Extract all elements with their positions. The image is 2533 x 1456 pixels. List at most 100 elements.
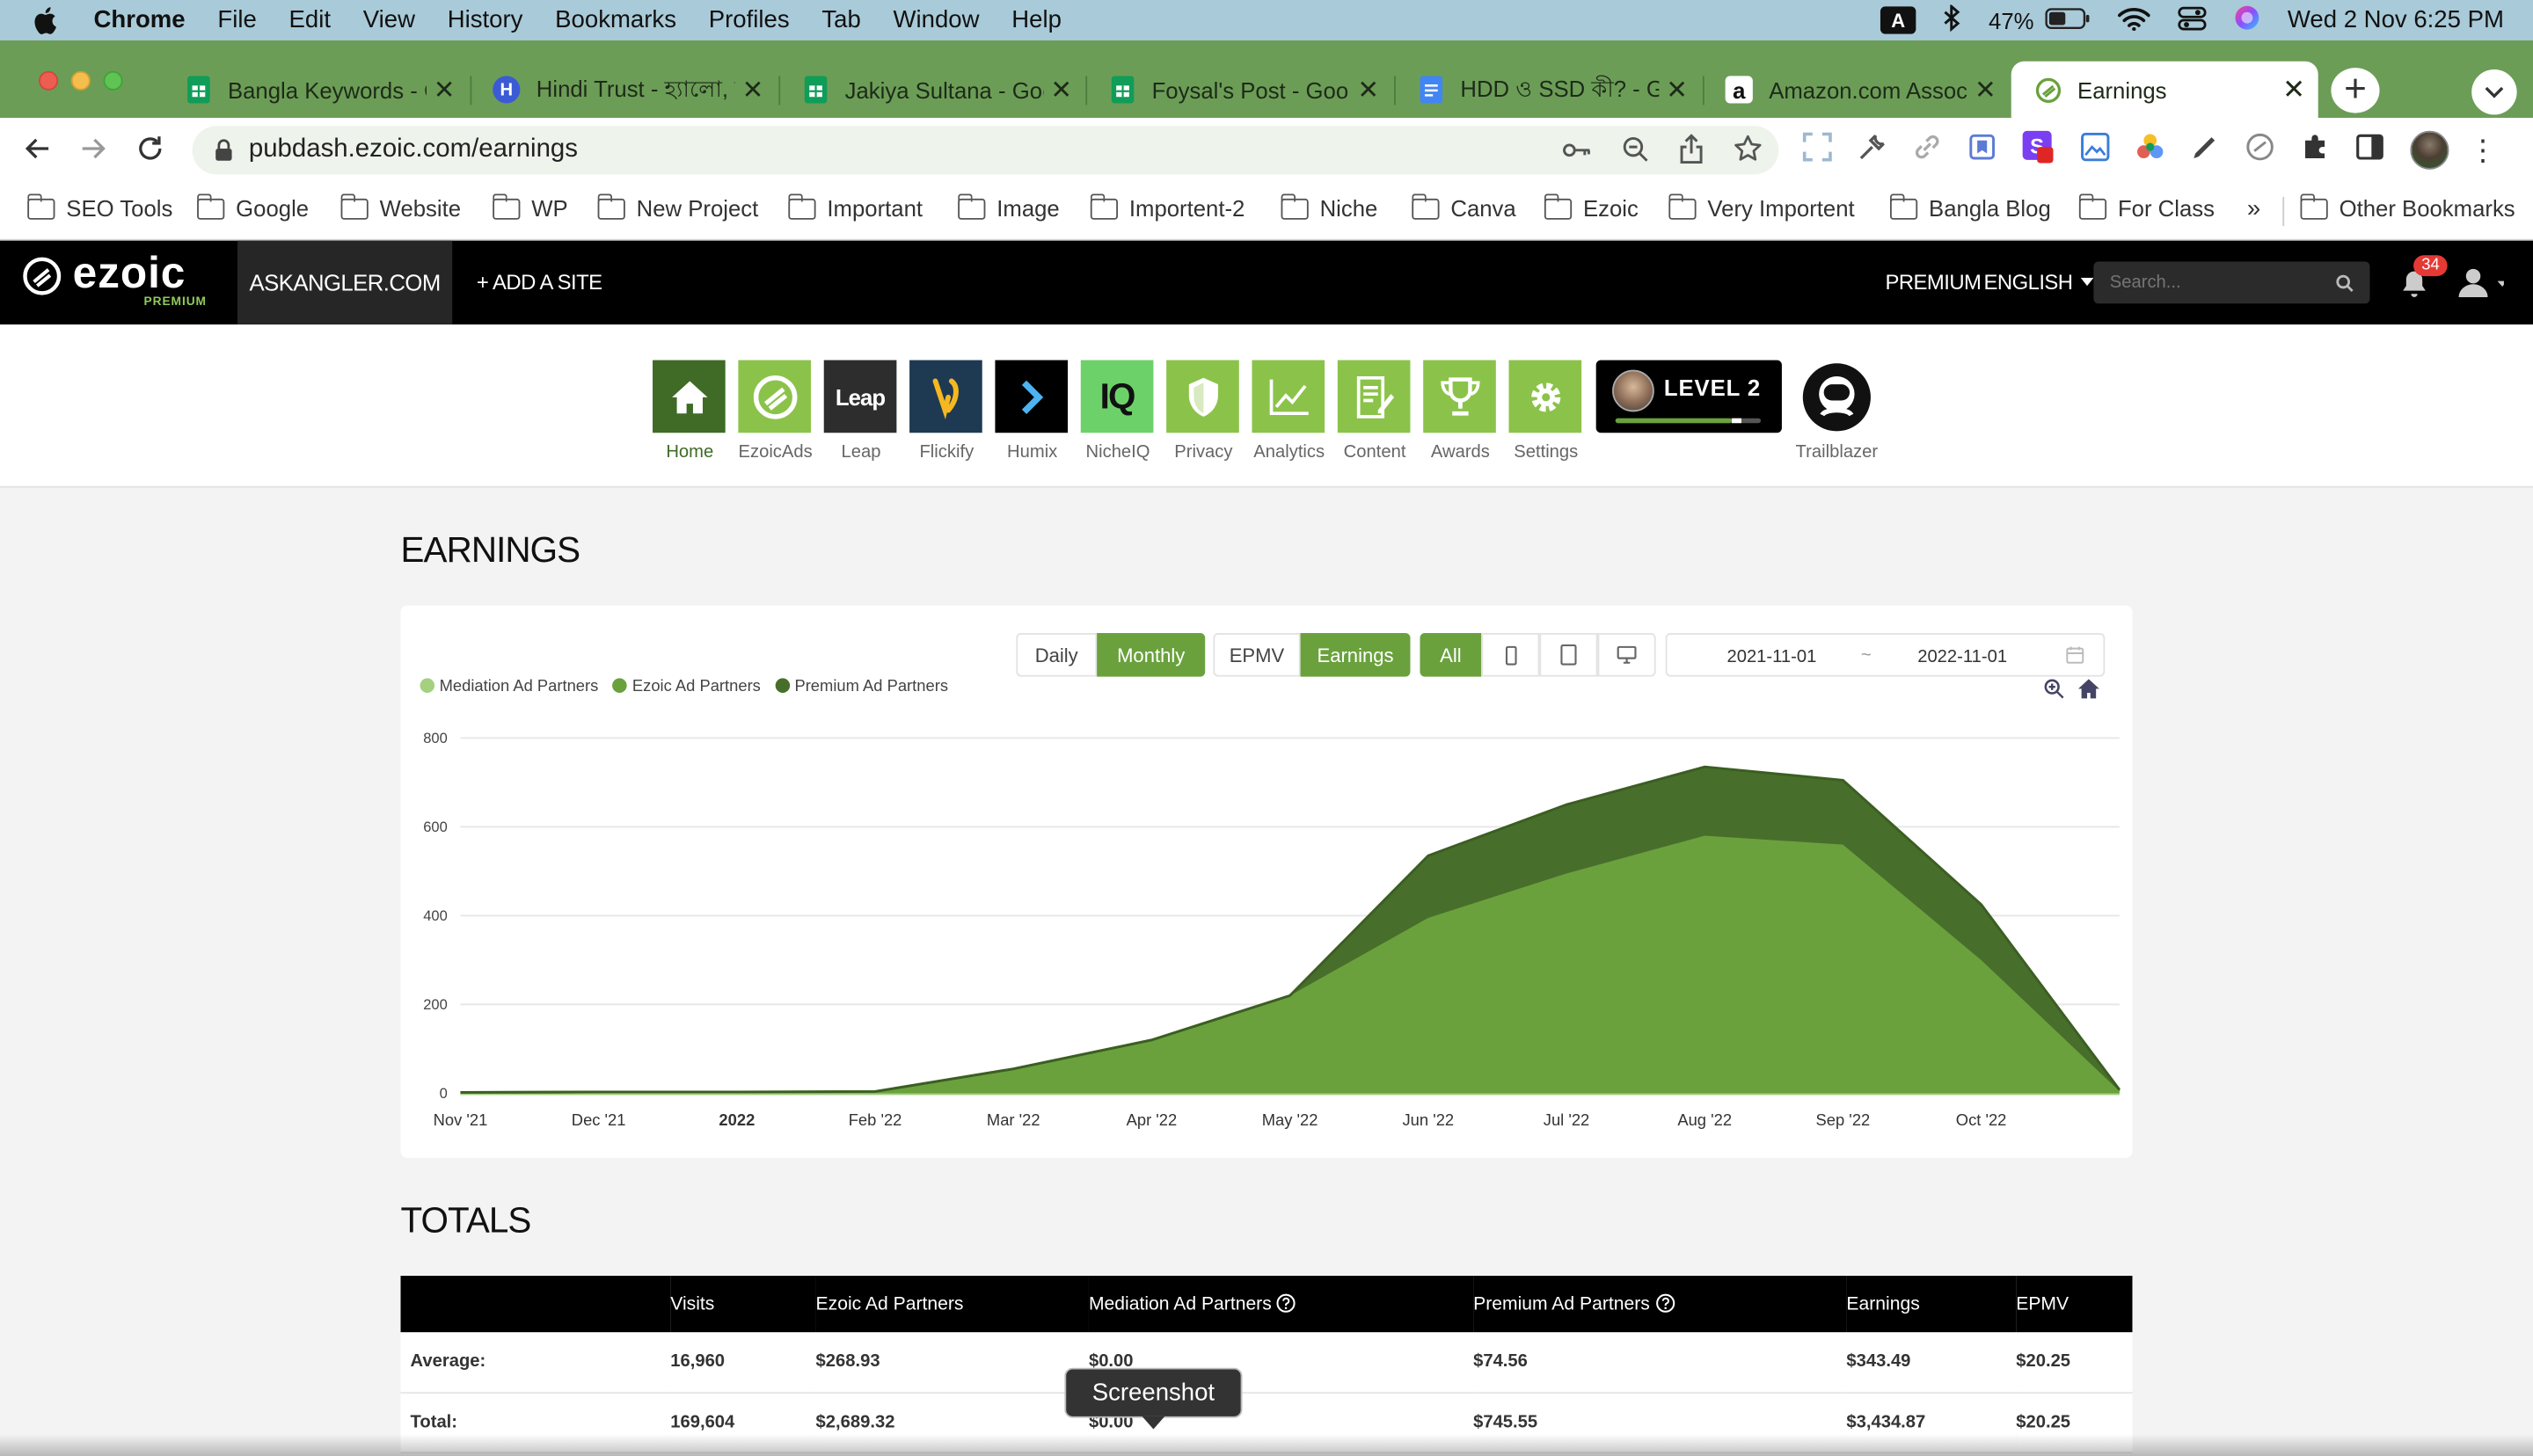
pen-extension-icon[interactable] [2191,132,2220,169]
user-avatar-icon[interactable] [2458,268,2507,305]
fullscreen-extension-icon[interactable] [1802,131,1832,169]
close-tab-icon[interactable]: ✕ [1044,74,1079,106]
menu-history[interactable]: History [448,6,523,33]
nav-home[interactable]: Home [653,360,726,462]
nav-ezoicads[interactable]: EzoicAds [738,360,813,462]
bluetooth-icon[interactable] [1944,3,1961,37]
menu-edit[interactable]: Edit [289,6,331,33]
close-tab-icon[interactable]: ✕ [427,74,462,106]
menu-tab[interactable]: Tab [821,6,860,33]
bookmark-folder[interactable]: Bangla Blog [1889,193,2051,222]
s-extension-icon[interactable]: S [2022,129,2055,171]
share-icon[interactable] [1678,134,1704,172]
menu-file[interactable]: File [217,6,256,33]
menu-chrome[interactable]: Chrome [94,6,186,33]
bookmark-folder[interactable]: Niche [1281,193,1377,222]
reload-icon[interactable] [135,134,164,171]
input-source-icon[interactable]: A [1880,6,1916,34]
browser-tab[interactable]: Bangla Keywords - Goo ✕ [162,62,469,118]
tab-search-button[interactable] [2471,69,2517,115]
nav-content[interactable]: Content [1337,360,1411,462]
side-panel-icon[interactable] [2355,132,2384,169]
browser-tab[interactable]: HDD ও SSD কী? - Go ✕ [1394,62,1701,118]
premium-link[interactable]: PREMIUM [1885,270,1981,295]
search-box[interactable] [2093,261,2370,304]
menu-view[interactable]: View [363,6,415,33]
column-header[interactable]: Visits [670,1276,816,1333]
nav-leap[interactable]: Leap Leap [823,360,897,462]
menu-help[interactable]: Help [1011,6,1062,33]
ezoic-extension-icon[interactable] [2245,132,2274,169]
help-circle-icon[interactable] [1655,1293,1675,1313]
bookmark-folder[interactable]: SEO Tools [27,193,172,222]
bookmark-folder[interactable]: Image [958,193,1060,222]
language-dropdown[interactable]: ENGLISH [1984,270,2094,294]
menubar-datetime[interactable]: Wed 2 Nov 6:25 PM [2288,6,2504,33]
bookmark-folder[interactable]: WP [493,193,568,222]
close-tab-icon[interactable]: ✕ [735,74,770,106]
browser-tab-active[interactable]: Earnings ✕ [2011,61,2318,119]
search-input[interactable] [2093,261,2320,304]
omnibox[interactable]: pubdash.ezoic.com/earnings [192,126,1779,175]
search-icon[interactable] [2336,272,2354,301]
close-tab-icon[interactable]: ✕ [1967,74,2003,106]
tools-extension-icon[interactable] [1858,132,1887,169]
nav-settings[interactable]: Settings [1508,360,1582,462]
bookmark-folder[interactable]: Very Importent [1668,193,1855,222]
bookmark-folder[interactable]: Ezoic [1544,193,1639,222]
browser-tab[interactable]: Jakiya Sultana - Goo ✕ [778,62,1085,118]
lock-icon[interactable] [215,139,232,162]
nav-awards[interactable]: Awards [1423,360,1496,462]
color-extension-icon[interactable] [2135,132,2164,169]
add-site-button[interactable]: + ADD A SITE [477,270,602,295]
bookmark-folder[interactable]: For Class [2078,193,2215,222]
profile-avatar[interactable] [2410,130,2449,170]
column-header[interactable]: Earnings [1846,1276,2017,1333]
puzzle-extensions-icon[interactable] [2301,132,2330,169]
nav-analytics[interactable]: Analytics [1252,360,1325,462]
bookmark-folder[interactable]: Google [197,193,309,222]
siri-icon[interactable] [2234,5,2259,36]
menu-window[interactable]: Window [894,6,980,33]
browser-tab[interactable]: H Hindi Trust - হ্যালো, স ✕ [470,62,777,118]
apple-icon[interactable] [33,5,62,34]
close-tab-icon[interactable]: ✕ [1659,74,1694,106]
nav-flickify[interactable]: Flickify [909,360,982,462]
link-extension-icon[interactable] [1913,132,1942,169]
column-header-with-help[interactable]: Premium Ad Partners [1473,1276,1847,1333]
other-bookmarks-folder[interactable]: Other Bookmarks [2300,193,2515,222]
url-text[interactable]: pubdash.ezoic.com/earnings [249,135,578,164]
bookmark-extension-icon[interactable] [1967,132,1996,169]
minimize-window-button[interactable] [70,70,91,91]
control-center-icon[interactable] [2178,5,2207,34]
password-key-icon[interactable] [1562,137,1591,171]
column-header-with-help[interactable]: Mediation Ad Partners [1088,1276,1474,1333]
bookmark-folder[interactable]: Canva [1412,193,1516,222]
ezoic-logo[interactable]: ezoic PREMIUM [23,249,216,315]
zoom-window-button[interactable] [103,70,123,91]
nav-privacy[interactable]: Privacy [1166,360,1239,462]
bookmark-star-icon[interactable] [1734,134,1763,171]
back-icon[interactable] [23,134,52,171]
new-tab-button[interactable]: + [2331,68,2380,113]
nav-nicheiq[interactable]: IQ NicheIQ [1080,360,1154,462]
close-tab-icon[interactable]: ✕ [2276,74,2311,106]
column-header[interactable]: Ezoic Ad Partners [815,1276,1089,1333]
nav-trailblazer[interactable]: Trailblazer [1796,360,1878,462]
site-selector[interactable]: ASKANGLER.COM [237,240,453,325]
bookmarks-overflow-button[interactable]: » [2247,195,2260,222]
browser-tab[interactable]: a Amazon.com Associ ✕ [1703,62,2010,118]
browser-tab[interactable]: Foysal's Post - Goo ✕ [1085,62,1392,118]
close-window-button[interactable] [39,70,59,91]
bookmark-folder[interactable]: Website [340,193,461,222]
bookmark-folder[interactable]: Important [788,193,923,222]
level-badge[interactable]: LEVEL 2 [1595,360,1782,433]
image-extension-icon[interactable] [2081,132,2110,169]
help-circle-icon[interactable] [1277,1293,1296,1313]
menu-bookmarks[interactable]: Bookmarks [555,6,676,33]
forward-icon[interactable] [79,134,108,171]
earnings-area-chart[interactable]: 0 200 400 600 800 Nov '21 Dec '21 2022 Feb '22 Ma… [401,606,2133,1158]
wifi-icon[interactable] [2118,5,2150,34]
bookmark-folder[interactable]: Importent-2 [1090,193,1245,222]
zoom-icon[interactable] [1622,135,1649,171]
